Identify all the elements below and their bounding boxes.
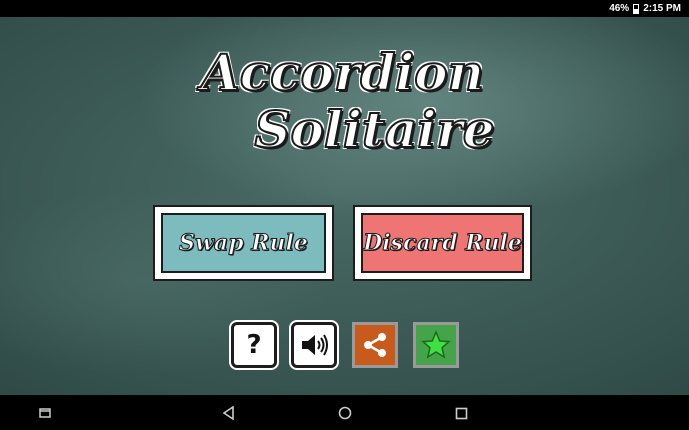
status-right: 46% 2:15 PM: [609, 2, 681, 15]
battery-icon: [633, 3, 640, 14]
swap-rule-label: Swap Rule: [161, 213, 326, 273]
home-icon: [338, 406, 352, 420]
swap-rule-button[interactable]: Swap Rule: [153, 205, 334, 281]
back-button[interactable]: [220, 404, 238, 422]
navigation-bar: [0, 395, 689, 430]
speaker-icon: [302, 334, 328, 356]
recent-apps-icon: [39, 408, 51, 418]
status-bar: 46% 2:15 PM: [0, 0, 689, 17]
battery-percent: 46%: [609, 3, 630, 14]
help-button[interactable]: ?: [231, 322, 277, 368]
overview-icon: [455, 407, 467, 419]
star-icon: [421, 330, 451, 359]
sound-toggle-button[interactable]: [291, 322, 337, 368]
title-line-1: Accordion: [200, 42, 485, 103]
rate-button[interactable]: [413, 322, 459, 368]
back-icon: [222, 406, 234, 420]
question-icon: ?: [246, 330, 262, 360]
home-button[interactable]: [336, 404, 354, 422]
title-line-2: Solitaire: [253, 99, 495, 160]
game-menu-board: Accordion Solitaire Swap Rule Discard Ru…: [0, 17, 689, 395]
discard-rule-label: Discard Rule: [361, 213, 524, 273]
recent-apps-button[interactable]: [36, 404, 54, 422]
discard-rule-button[interactable]: Discard Rule: [353, 205, 532, 281]
clock: 2:15 PM: [643, 3, 681, 14]
share-button[interactable]: [352, 322, 398, 368]
overview-button[interactable]: [452, 404, 470, 422]
share-icon: [364, 333, 386, 357]
